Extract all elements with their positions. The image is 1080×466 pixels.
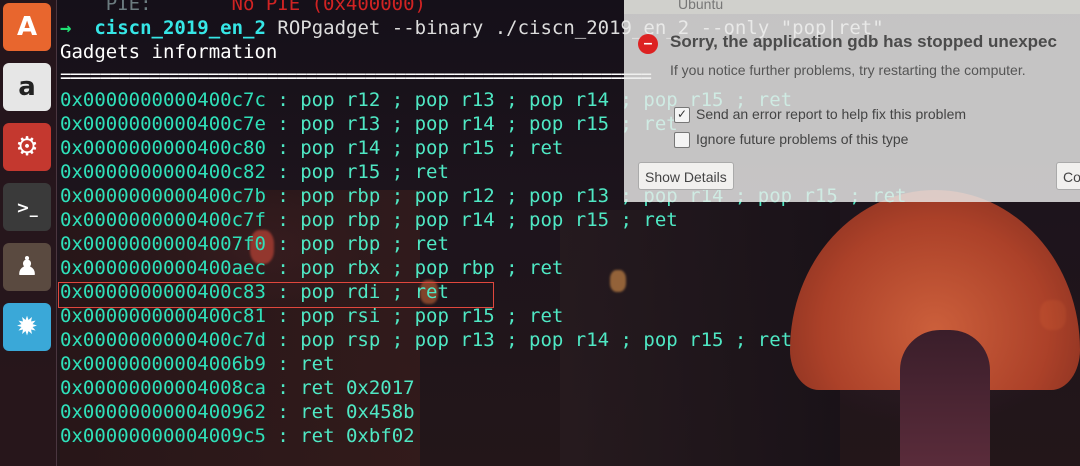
launcher-amazon-icon[interactable]: a — [3, 63, 51, 111]
gadget-line: 0x0000000000400aec : pop rbx ; pop rbp ;… — [60, 256, 563, 280]
gadget-address: 0x0000000000400c82 — [60, 161, 266, 183]
gadget-instructions: : pop rbx ; pop rbp ; ret — [265, 257, 564, 279]
gadget-instructions: : pop rsp ; pop r13 ; pop r14 ; pop r15 … — [265, 329, 793, 351]
gadget-line: 0x0000000000400c7d : pop rsp ; pop r13 ;… — [60, 328, 792, 352]
send-report-label[interactable]: Send an error report to help fix this pr… — [696, 106, 966, 122]
gadget-address: 0x0000000000400962 — [60, 401, 266, 423]
gadget-line: 0x00000000004006b9 : ret — [60, 352, 335, 376]
prompt-arrow-icon: → — [60, 17, 72, 39]
gadget-instructions: : ret 0xbf02 — [265, 425, 415, 447]
gadget-address: 0x00000000004008ca — [60, 377, 266, 399]
gadgets-header: Gadgets information — [60, 41, 278, 63]
dialog-titlebar[interactable]: Ubuntu — [624, 0, 1080, 14]
separator-line: ========================================… — [60, 65, 652, 87]
pie-label: PIE: — [60, 0, 152, 15]
gadget-instructions: : ret — [265, 353, 335, 375]
gadget-instructions: : pop r15 ; ret — [265, 161, 449, 183]
ignore-future-label[interactable]: Ignore future problems of this type — [696, 131, 908, 147]
gadget-address: 0x0000000000400c7b — [60, 185, 266, 207]
send-report-checkbox[interactable]: ✓ — [674, 107, 690, 123]
gadget-address: 0x00000000004009c5 — [60, 425, 266, 447]
gadget-address: 0x0000000000400c7d — [60, 329, 266, 351]
continue-button[interactable]: Continue — [1056, 162, 1080, 190]
gadget-instructions: : pop r13 ; pop r14 ; pop r15 ; ret — [265, 113, 678, 135]
gadget-line: 0x00000000004009c5 : ret 0xbf02 — [60, 424, 415, 448]
gadget-line: 0x00000000004007f0 : pop rbp ; ret — [60, 232, 449, 256]
unity-launcher: Aa ⚙ >_ ♟ ✹ — [0, 0, 57, 466]
launcher-terminal-icon[interactable]: >_ — [3, 183, 51, 231]
pie-line: PIE: No PIE (0x400000) — [60, 0, 426, 16]
ignore-future-checkbox[interactable] — [674, 132, 690, 148]
show-details-button[interactable]: Show Details — [638, 162, 734, 190]
wallpaper-figure — [900, 330, 990, 466]
dialog-window-title: Ubuntu — [678, 0, 724, 12]
launcher-splash-app-icon[interactable]: ✹ — [3, 303, 51, 351]
gadget-line: 0x0000000000400c80 : pop r14 ; pop r15 ;… — [60, 136, 563, 160]
wallpaper-lantern — [610, 270, 626, 292]
error-icon: – — [638, 34, 658, 54]
gadget-instructions: : ret 0x2017 — [265, 377, 415, 399]
dialog-subtitle: If you notice further problems, try rest… — [670, 62, 1026, 78]
gadget-instructions: : pop rsi ; pop r15 ; ret — [265, 305, 564, 327]
gadget-instructions: : ret 0x458b — [265, 401, 415, 423]
gadget-line: 0x0000000000400c7e : pop r13 ; pop r14 ;… — [60, 112, 678, 136]
prompt-directory: ciscn_2019_en_2 — [94, 17, 266, 39]
highlight-box — [58, 282, 494, 308]
pie-value: No PIE (0x400000) — [231, 0, 426, 15]
gadget-line: 0x0000000000400962 : ret 0x458b — [60, 400, 415, 424]
gadget-address: 0x0000000000400c7e — [60, 113, 266, 135]
launcher-chess-icon[interactable]: ♟ — [3, 243, 51, 291]
gadget-address: 0x0000000000400c80 — [60, 137, 266, 159]
launcher-ubuntu-software-center-icon[interactable]: A — [3, 3, 51, 51]
gadget-line: 0x00000000004008ca : ret 0x2017 — [60, 376, 415, 400]
gadget-line: 0x0000000000400c82 : pop r15 ; ret — [60, 160, 449, 184]
gadget-line: 0x0000000000400c7f : pop rbp ; pop r14 ;… — [60, 208, 678, 232]
dialog-heading: Sorry, the application gdb has stopped u… — [670, 32, 1057, 51]
gadget-address: 0x0000000000400c7c — [60, 89, 266, 111]
gadget-instructions: : pop rbp ; ret — [265, 233, 449, 255]
gadget-address: 0x00000000004006b9 — [60, 353, 266, 375]
gadget-instructions: : pop rbp ; pop r14 ; pop r15 ; ret — [265, 209, 678, 231]
gadget-address: 0x0000000000400c81 — [60, 305, 266, 327]
gadget-address: 0x0000000000400c7f — [60, 209, 266, 231]
crash-report-dialog: Ubuntu – Sorry, the application gdb has … — [624, 0, 1080, 202]
gadget-address: 0x0000000000400aec — [60, 257, 266, 279]
launcher-system-settings-icon[interactable]: ⚙ — [3, 123, 51, 171]
gadget-instructions: : pop r14 ; pop r15 ; ret — [265, 137, 564, 159]
gadget-address: 0x00000000004007f0 — [60, 233, 266, 255]
